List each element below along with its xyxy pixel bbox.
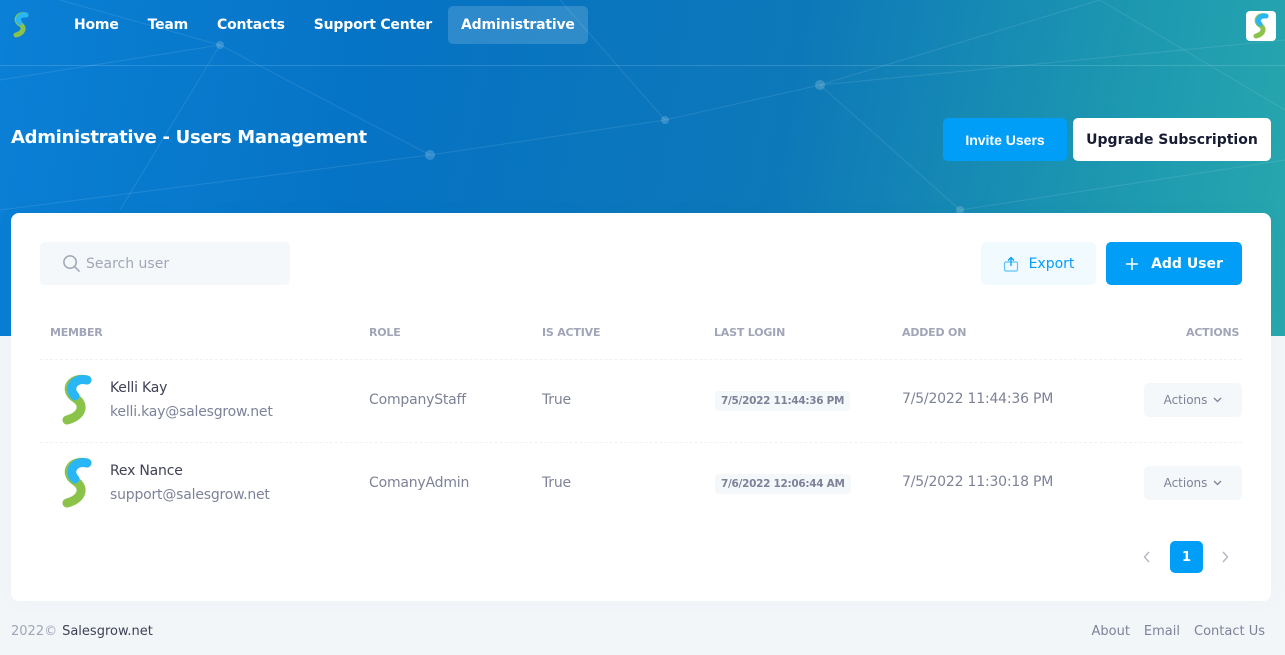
pagination-prev-button[interactable] <box>1139 547 1155 567</box>
add-user-label: Add User <box>1151 255 1223 272</box>
member-name[interactable]: Rex Nance <box>110 463 183 479</box>
footer-link-contact-us[interactable]: Contact Us <box>1194 624 1265 639</box>
actions-dropdown-button[interactable]: Actions <box>1144 383 1242 417</box>
column-header-actions: ACTIONS <box>1186 326 1240 339</box>
member-avatar-logo-icon <box>62 374 92 425</box>
page-title: Administrative - Users Management <box>11 127 367 148</box>
nav-item-team[interactable]: Team <box>135 6 201 44</box>
last-login-badge: 7/5/2022 11:44:36 PM <box>715 391 851 411</box>
chevron-down-icon <box>1213 397 1222 403</box>
footer-link-about[interactable]: About <box>1091 624 1129 639</box>
member-role: ComanyAdmin <box>369 475 470 491</box>
footer-brand-link[interactable]: Salesgrow.net <box>62 624 153 639</box>
avatar-logo-icon <box>1253 13 1269 39</box>
actions-label: Actions <box>1163 476 1208 490</box>
member-role: CompanyStaff <box>369 392 467 408</box>
export-icon <box>1003 256 1018 272</box>
nav-item-support-center[interactable]: Support Center <box>301 6 445 44</box>
upgrade-subscription-button[interactable]: Upgrade Subscription <box>1073 118 1271 161</box>
member-is-active: True <box>542 475 571 491</box>
added-on-value: 7/5/2022 11:30:18 PM <box>902 474 1054 490</box>
nav-item-contacts[interactable]: Contacts <box>204 6 298 44</box>
nav-item-home[interactable]: Home <box>61 6 132 44</box>
salesgrow-logo-icon[interactable] <box>12 12 30 38</box>
footer-links: About Email Contact Us <box>1091 624 1265 639</box>
actions-dropdown-button[interactable]: Actions <box>1144 466 1242 500</box>
chevron-right-icon <box>1222 551 1229 563</box>
pagination-next-button[interactable] <box>1217 547 1233 567</box>
member-name[interactable]: Kelli Kay <box>110 380 167 396</box>
last-login-badge: 7/6/2022 12:06:44 AM <box>715 474 851 494</box>
member-avatar-logo-icon <box>62 457 92 508</box>
footer-year: 2022© <box>11 624 58 639</box>
footer-copyright: 2022© Salesgrow.net <box>11 624 153 639</box>
search-box <box>40 242 290 285</box>
export-label: Export <box>1028 255 1075 272</box>
table-row: Kelli Kay kelli.kay@salesgrow.net Compan… <box>11 359 1271 442</box>
plus-icon <box>1126 257 1139 270</box>
member-email: support@salesgrow.net <box>110 487 270 503</box>
column-header-is-active[interactable]: IS ACTIVE <box>542 326 600 339</box>
added-on-value: 7/5/2022 11:44:36 PM <box>902 391 1054 407</box>
add-user-button[interactable]: Add User <box>1106 242 1242 285</box>
column-header-last-login[interactable]: LAST LOGIN <box>714 326 785 339</box>
nav-item-administrative[interactable]: Administrative <box>448 6 588 44</box>
export-button[interactable]: Export <box>981 242 1096 285</box>
top-navbar: Home Team Contacts Support Center Admini… <box>0 0 1285 66</box>
member-is-active: True <box>542 392 571 408</box>
table-row: Rex Nance support@salesgrow.net ComanyAd… <box>11 442 1271 525</box>
member-email: kelli.kay@salesgrow.net <box>110 404 273 420</box>
search-icon <box>63 255 80 272</box>
search-input[interactable] <box>86 242 286 285</box>
footer-link-email[interactable]: Email <box>1144 624 1180 639</box>
pagination-page-1[interactable]: 1 <box>1170 541 1203 573</box>
column-header-role[interactable]: ROLE <box>369 326 401 339</box>
actions-label: Actions <box>1163 393 1208 407</box>
invite-users-button[interactable]: Invite Users <box>943 118 1067 161</box>
chevron-down-icon <box>1213 480 1222 486</box>
column-header-member[interactable]: MEMBER <box>50 326 103 339</box>
main-nav: Home Team Contacts Support Center Admini… <box>61 6 591 44</box>
chevron-left-icon <box>1143 551 1150 563</box>
users-card: Export Add User MEMBER ROLE IS ACTIVE LA… <box>11 213 1271 601</box>
column-header-added-on[interactable]: ADDED ON <box>902 326 966 339</box>
user-avatar[interactable] <box>1246 11 1276 41</box>
